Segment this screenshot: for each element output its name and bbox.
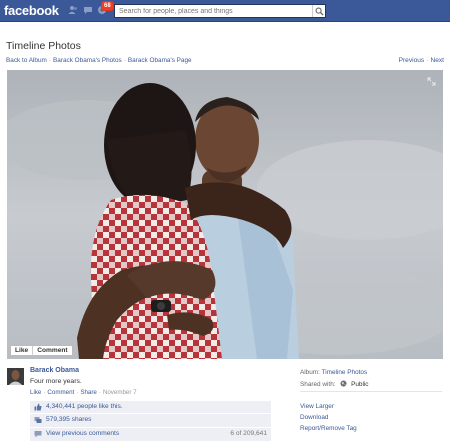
photo-comment-button[interactable]: Comment [32,345,71,356]
share-icon [34,417,42,423]
expand-icon[interactable] [427,77,436,86]
report-remove-tag-link[interactable]: Report/Remove Tag [300,425,357,432]
thumbs-up-icon [34,403,42,411]
photo-navigation: Previous · Next [398,57,444,64]
post-actions: Like · Comment · Share · November 7 [30,389,137,396]
breadcrumb-photos[interactable]: Barack Obama's Photos [53,57,122,64]
search-input[interactable] [115,5,313,17]
likes-count[interactable]: 4,340,441 [46,403,75,410]
facebook-logo[interactable]: facebook [4,3,59,18]
post-author[interactable]: Barack Obama [30,367,79,374]
sidebar-divider [300,391,442,392]
view-previous-comments[interactable]: View previous comments [46,430,119,437]
photo-image [7,70,443,359]
comments-position: 6 of 209,641 [230,430,267,437]
shares-row: 579,395 shares [30,414,271,427]
share-link[interactable]: Share [80,389,97,396]
likes-row: 4,340,441 people like this. [30,401,271,413]
globe-icon [340,380,347,387]
view-larger-link[interactable]: View Larger [300,403,334,410]
like-link[interactable]: Like [30,389,41,396]
breadcrumb-page[interactable]: Barack Obama's Page [128,57,192,64]
comment-icon [34,431,42,438]
photo-actions: Like Comment [10,345,73,356]
album-link[interactable]: Timeline Photos [322,369,368,376]
privacy-info: Shared with: Public [300,380,369,388]
search-icon [315,7,324,16]
next-link[interactable]: Next [430,57,444,64]
photo-viewer[interactable]: Like Comment [7,70,443,359]
friend-requests-icon[interactable] [68,5,78,15]
comment-link[interactable]: Comment [47,389,74,396]
download-link[interactable]: Download [300,414,328,421]
breadcrumb: Back to Album · Barack Obama's Photos · Bara… [6,57,192,64]
shares-count[interactable]: 579,395 shares [46,416,91,423]
notifications-badge[interactable]: 68 [101,1,114,11]
page-title: Timeline Photos [6,40,81,52]
avatar[interactable] [7,368,24,385]
album-info: Album: Timeline Photos [300,369,367,376]
album-label: Album: [300,369,320,376]
search-button[interactable] [312,5,325,17]
previous-link[interactable]: Previous [399,57,425,64]
comments-row: View previous comments 6 of 209,641 [30,428,271,441]
photo-like-button[interactable]: Like [11,346,32,356]
shared-with-label: Shared with: [300,381,336,388]
post-caption: Four more years. [30,378,82,385]
post-date[interactable]: November 7 [103,389,137,396]
search-box [114,4,326,18]
breadcrumb-back-to-album[interactable]: Back to Album [6,57,47,64]
likes-text[interactable]: people like this. [77,403,122,410]
privacy-value[interactable]: Public [351,381,368,388]
top-bar: facebook 68 [0,0,450,22]
messages-icon[interactable] [83,5,93,15]
